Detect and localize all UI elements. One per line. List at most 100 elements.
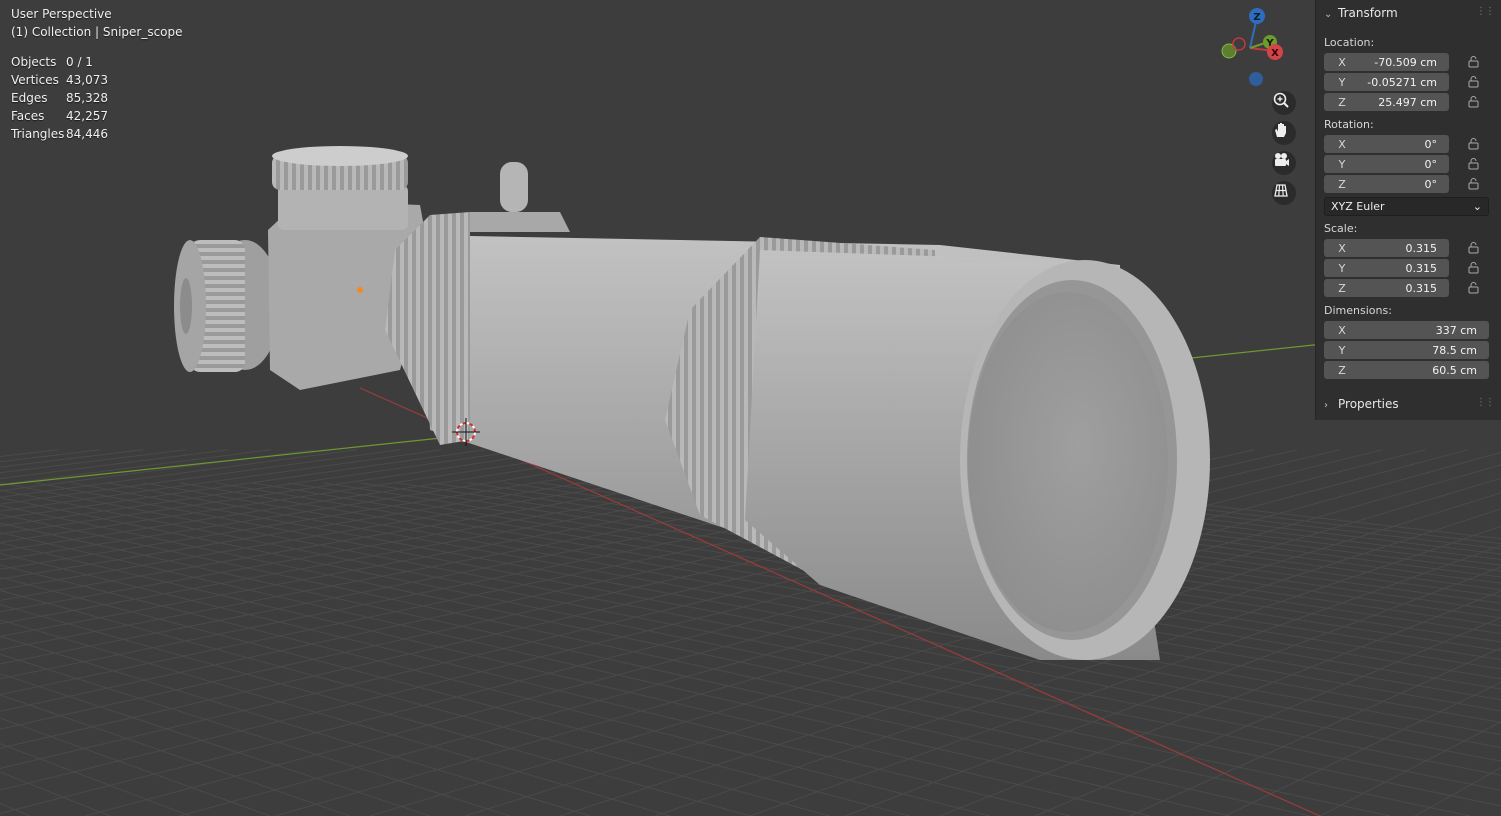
stat-row: Vertices 43,073 <box>11 71 108 89</box>
lock-icon[interactable] <box>1467 262 1481 274</box>
location-z-field[interactable]: Z 25.497 cm <box>1324 93 1449 111</box>
stat-label: Faces <box>11 109 45 123</box>
field-value: 0° <box>1424 177 1438 191</box>
dimensions-z-field[interactable]: Z 60.5 cm <box>1324 361 1489 379</box>
stat-row: Faces 42,257 <box>11 107 108 125</box>
turret-cap <box>272 146 408 166</box>
grid-line <box>0 449 357 498</box>
field-value: 78.5 cm <box>1432 343 1477 357</box>
properties-title: Properties <box>1338 397 1399 411</box>
camera-view-button[interactable] <box>1272 151 1296 175</box>
drag-grip-icon[interactable]: ⋮⋮ <box>1476 397 1495 408</box>
zoom-button[interactable] <box>1272 91 1296 115</box>
scene-statistics: Objects 0 / 1 Vertices 43,073 Edges 85,328 … <box>11 53 108 143</box>
field-value: 0.315 <box>1405 261 1438 275</box>
chevron-down-icon: ⌄ <box>1472 200 1482 213</box>
dimensions-label: Dimensions: <box>1324 304 1392 317</box>
stat-label: Edges <box>11 91 48 105</box>
dimensions-y-field[interactable]: Y 78.5 cm <box>1324 341 1489 359</box>
chevron-down-icon: ⌄ <box>1324 9 1333 20</box>
stat-row: Edges 85,328 <box>11 89 108 107</box>
location-y-field[interactable]: Y -0.05271 cm <box>1324 73 1449 91</box>
lock-icon[interactable] <box>1467 76 1481 88</box>
field-value: -70.509 cm <box>1374 55 1437 69</box>
rotation-label: Rotation: <box>1324 118 1374 131</box>
chevron-right-icon: › <box>1324 400 1328 411</box>
navigation-gizmo[interactable]: Y Z X <box>1221 8 1283 86</box>
scale-z-field[interactable]: Z 0.315 <box>1324 279 1449 297</box>
axis-label: Y <box>1338 261 1346 275</box>
turret-base <box>278 185 408 230</box>
gizmo-x-negative[interactable] <box>1232 37 1246 51</box>
grid-line <box>0 449 443 512</box>
stat-value: 0 / 1 <box>66 55 93 69</box>
location-label: Location: <box>1324 36 1375 49</box>
axis-label: Y <box>1338 75 1346 89</box>
origin-dot <box>357 287 363 293</box>
field-value: 337 cm <box>1435 323 1477 337</box>
grid-line <box>1319 721 1501 816</box>
side-knob-base <box>455 212 570 232</box>
grid-line <box>0 589 831 816</box>
grid-ortho-icon <box>1274 184 1288 197</box>
lock-icon[interactable] <box>1467 158 1481 170</box>
lock-icon[interactable] <box>1467 242 1481 254</box>
axis-label: X <box>1338 55 1346 69</box>
lock-icon[interactable] <box>1467 56 1481 68</box>
pan-hand-icon <box>1275 123 1286 137</box>
dimensions-x-field[interactable]: X 337 cm <box>1324 321 1489 339</box>
transform-title: Transform <box>1338 6 1398 20</box>
stat-label: Triangles <box>11 127 65 141</box>
axis-label: X <box>1338 137 1346 151</box>
axis-label: Y <box>1338 157 1346 171</box>
gizmo-x-label: X <box>1271 48 1279 59</box>
axis-label: Z <box>1338 363 1346 377</box>
field-value: 0.315 <box>1405 241 1438 255</box>
axis-label: Z <box>1338 95 1346 109</box>
grid-line <box>0 771 111 816</box>
view-name-label: User Perspective <box>11 7 112 21</box>
stat-value: 84,446 <box>66 127 108 141</box>
gizmo-z-label: Z <box>1253 12 1260 23</box>
stat-row: Triangles 84,446 <box>11 125 108 143</box>
field-value: 0° <box>1424 137 1438 151</box>
stat-value: 85,328 <box>66 91 108 105</box>
field-value: 25.497 cm <box>1378 95 1437 109</box>
axis-label: Y <box>1338 343 1346 357</box>
rotation-mode-value: XYZ Euler <box>1331 200 1385 213</box>
field-value: 60.5 cm <box>1432 363 1477 377</box>
lock-icon[interactable] <box>1467 138 1481 150</box>
properties-panel-header[interactable]: › Properties <box>1324 393 1399 415</box>
scope-model[interactable] <box>174 146 1210 660</box>
transform-panel-header[interactable]: ⌄ Transform <box>1324 2 1398 24</box>
gizmo-z-negative[interactable] <box>1249 72 1263 86</box>
camera-icon <box>1275 153 1289 166</box>
ortho-toggle-button[interactable] <box>1272 181 1296 205</box>
drag-grip-icon[interactable]: ⋮⋮ <box>1476 6 1495 17</box>
lock-icon[interactable] <box>1467 282 1481 294</box>
stat-row: Objects 0 / 1 <box>11 53 108 71</box>
axis-label: Z <box>1338 177 1346 191</box>
stat-label: Objects <box>11 55 57 69</box>
axis-label: X <box>1338 323 1346 337</box>
axis-label: Z <box>1338 281 1346 295</box>
sidebar-n-panel[interactable]: ⌄ Transform ⋮⋮ Location: X -70.509 cm Y -0.… <box>1315 0 1501 420</box>
rotation-x-field[interactable]: X 0° <box>1324 135 1449 153</box>
scale-x-field[interactable]: X 0.315 <box>1324 239 1449 257</box>
field-value: 0.315 <box>1405 281 1438 295</box>
location-x-field[interactable]: X -70.509 cm <box>1324 53 1449 71</box>
rotation-z-field[interactable]: Z 0° <box>1324 175 1449 193</box>
zoom-icon <box>1273 92 1289 108</box>
3d-viewport[interactable]: Y Z X User Perspective (1) Collection | … <box>0 0 1501 816</box>
pan-button[interactable] <box>1272 121 1296 145</box>
lock-icon[interactable] <box>1467 96 1481 108</box>
scale-y-field[interactable]: Y 0.315 <box>1324 259 1449 277</box>
axis-label: X <box>1338 241 1346 255</box>
rotation-y-field[interactable]: Y 0° <box>1324 155 1449 173</box>
scale-label: Scale: <box>1324 222 1358 235</box>
side-knob-stem <box>500 162 528 212</box>
grid-line <box>0 449 699 561</box>
rotation-mode-dropdown[interactable]: XYZ Euler ⌄ <box>1324 197 1489 216</box>
stat-value: 43,073 <box>66 73 108 87</box>
lock-icon[interactable] <box>1467 178 1481 190</box>
